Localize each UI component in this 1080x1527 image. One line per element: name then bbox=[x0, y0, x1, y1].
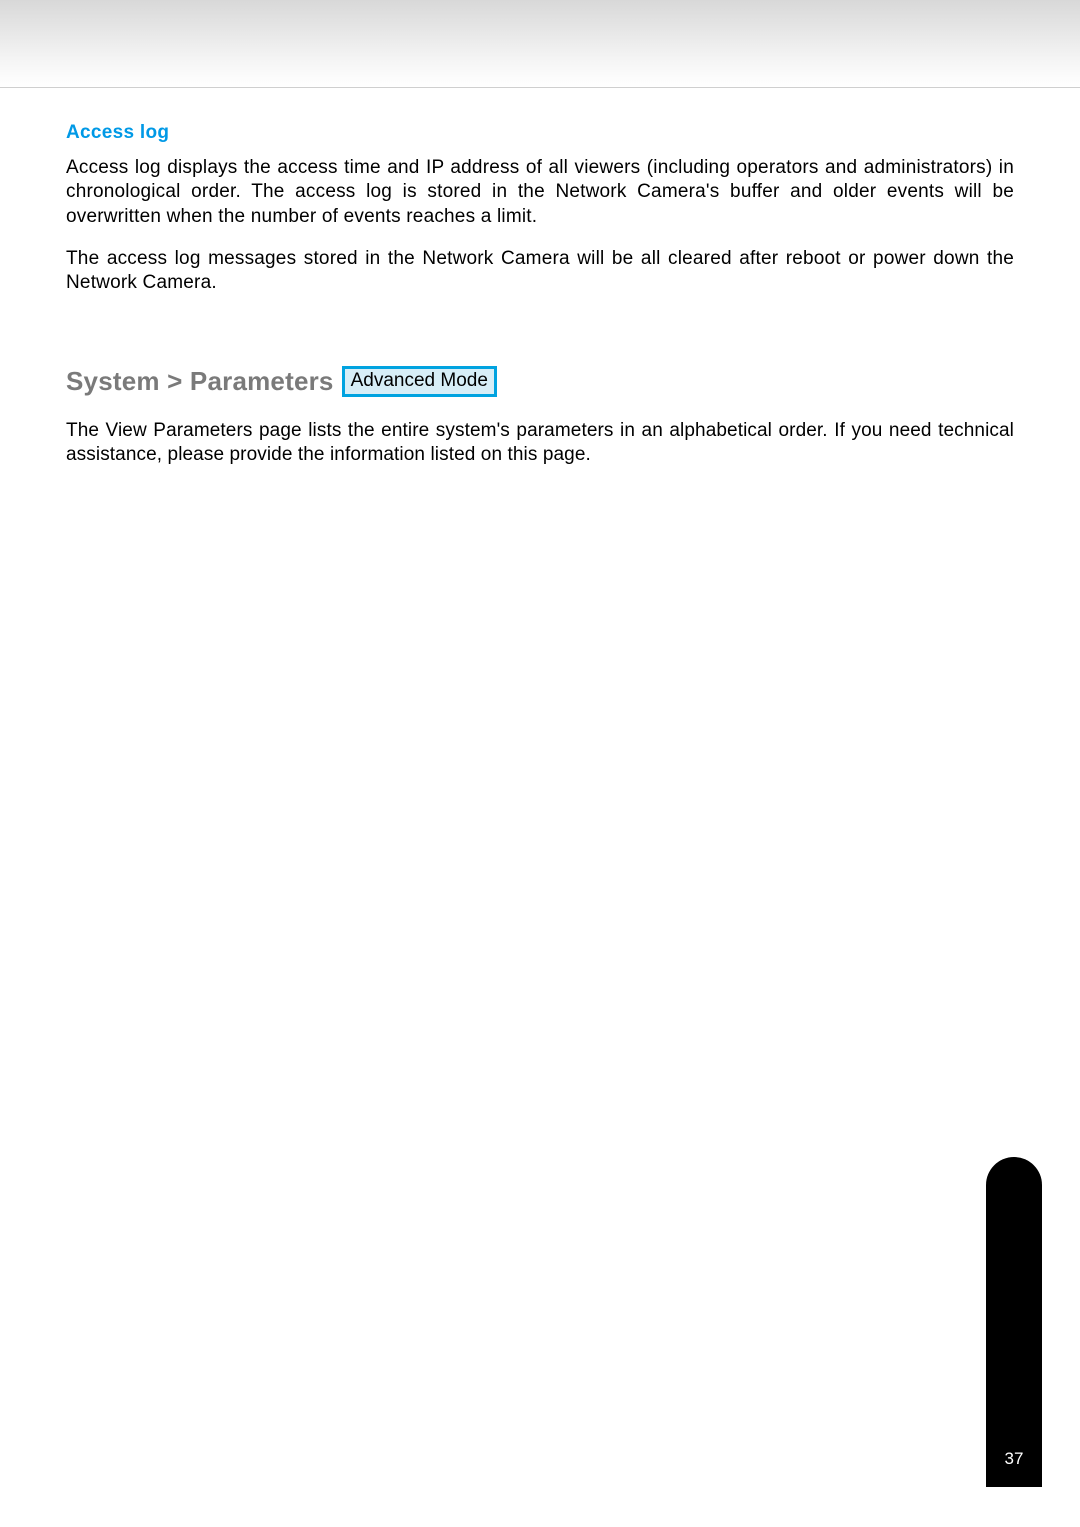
system-parameters-paragraph: The View Parameters page lists the entir… bbox=[66, 419, 1014, 468]
access-log-paragraph-2: The access log messages stored in the Ne… bbox=[66, 247, 1014, 296]
advanced-mode-badge: Advanced Mode bbox=[342, 366, 497, 397]
page-number: 37 bbox=[986, 1449, 1042, 1469]
page-content: Access log Access log displays the acces… bbox=[0, 88, 1080, 467]
access-log-paragraph-1: Access log displays the access time and … bbox=[66, 156, 1014, 229]
system-parameters-heading-row: System > Parameters Advanced Mode bbox=[66, 366, 1014, 397]
header-gradient-bar bbox=[0, 0, 1080, 88]
access-log-heading: Access log bbox=[66, 122, 1014, 144]
system-parameters-breadcrumb: System > Parameters bbox=[66, 366, 334, 397]
side-page-tab: 37 bbox=[986, 1157, 1042, 1487]
